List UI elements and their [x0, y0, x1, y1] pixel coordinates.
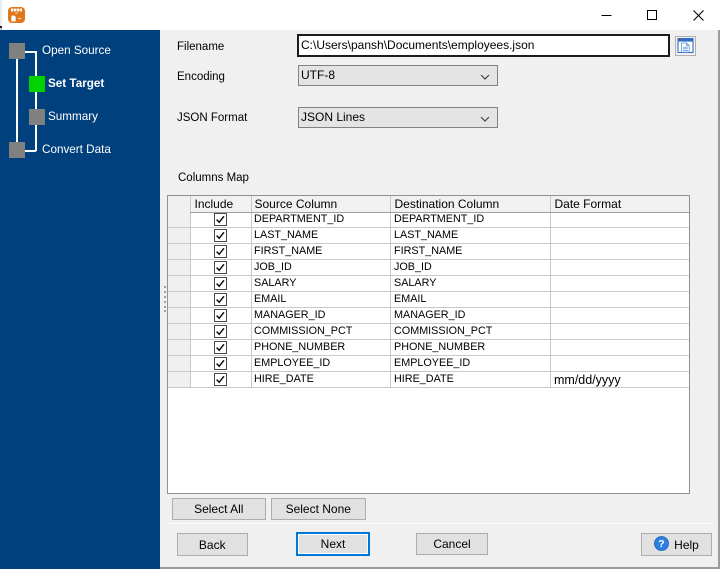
svg-text:?: ?	[658, 538, 664, 550]
